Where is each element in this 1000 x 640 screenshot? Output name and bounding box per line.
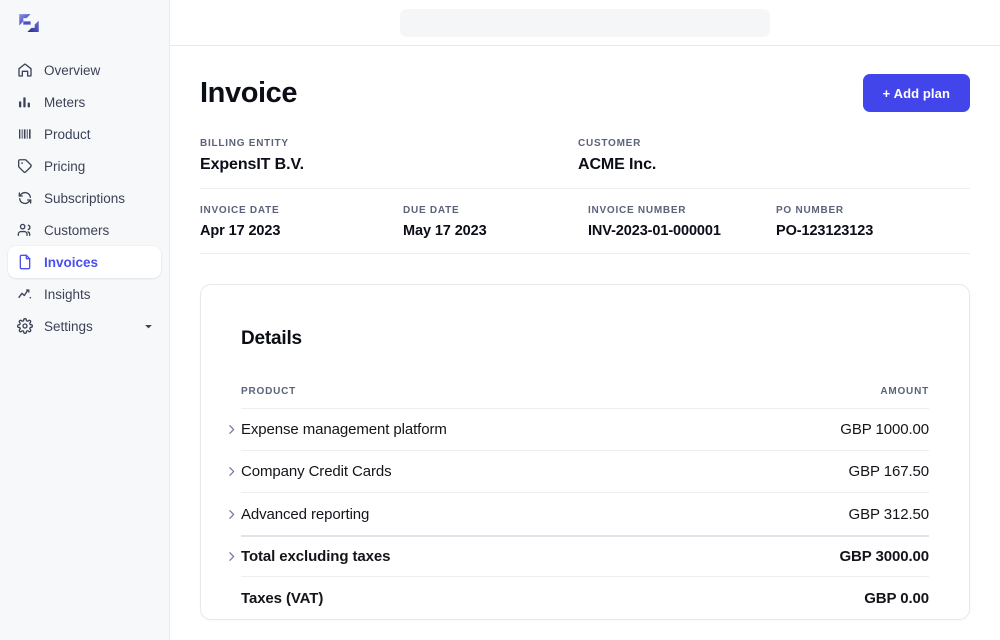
row-product-cell: Company Credit Cards bbox=[228, 463, 392, 480]
sidebar-nav: Overview Meters Product Pricing Subscrip… bbox=[0, 54, 169, 342]
document-icon bbox=[16, 254, 33, 271]
sidebar-item-label: Product bbox=[44, 126, 91, 142]
sidebar-item-label: Overview bbox=[44, 62, 101, 78]
row-product-cell: Expense management platform bbox=[228, 421, 447, 438]
sidebar-item-label: Invoices bbox=[44, 254, 99, 270]
row-amount: GBP 1000.00 bbox=[840, 421, 929, 438]
trending-up-icon bbox=[16, 286, 33, 303]
chevron-right-icon[interactable] bbox=[223, 422, 239, 438]
refresh-icon bbox=[16, 190, 33, 207]
po-number-value: PO-123123123 bbox=[776, 223, 874, 239]
sidebar-item-label: Settings bbox=[44, 318, 93, 334]
invoice-parties-row: BILLING ENTITY ExpensIT B.V. CUSTOMER AC… bbox=[200, 122, 970, 189]
barcode-icon bbox=[16, 126, 33, 143]
chevron-down-icon[interactable] bbox=[143, 321, 153, 331]
logo-wrapper[interactable] bbox=[0, 0, 169, 46]
po-number-label: PO NUMBER bbox=[776, 205, 844, 216]
row-product-name: Company Credit Cards bbox=[241, 463, 392, 480]
billing-entity-cell: BILLING ENTITY ExpensIT B.V. bbox=[200, 138, 578, 174]
row-product-name: Taxes (VAT) bbox=[241, 589, 324, 607]
sidebar-item-meters[interactable]: Meters bbox=[8, 86, 161, 118]
expensit-logo-mark bbox=[19, 14, 39, 32]
sidebar-item-overview[interactable]: Overview bbox=[8, 54, 161, 86]
row-product-name: Total excluding taxes bbox=[241, 548, 391, 565]
app-root: Overview Meters Product Pricing Subscrip… bbox=[0, 0, 1000, 640]
customer-cell: CUSTOMER ACME Inc. bbox=[578, 138, 778, 174]
invoice-date-label: INVOICE DATE bbox=[200, 205, 280, 216]
table-row[interactable]: Expense management platform GBP 1000.00 bbox=[228, 409, 929, 451]
row-amount: GBP 312.50 bbox=[848, 505, 930, 523]
customer-label: CUSTOMER bbox=[578, 138, 642, 149]
row-product-cell: Taxes (VAT) bbox=[241, 590, 323, 607]
home-icon bbox=[16, 62, 33, 79]
sidebar-item-label: Customers bbox=[44, 222, 110, 238]
due-date-cell: DUE DATE May 17 2023 bbox=[403, 205, 588, 239]
users-icon bbox=[16, 222, 33, 239]
chevron-right-icon[interactable] bbox=[223, 464, 239, 480]
column-header-product: PRODUCT bbox=[241, 386, 297, 397]
topbar bbox=[170, 0, 1000, 46]
search-input[interactable] bbox=[400, 8, 770, 37]
column-header-amount: AMOUNT bbox=[880, 386, 929, 397]
chevron-right-icon[interactable] bbox=[223, 506, 239, 522]
row-product-name: Expense management platform bbox=[241, 421, 447, 438]
gear-icon bbox=[16, 318, 33, 335]
row-product-cell: Total excluding taxes bbox=[228, 548, 391, 565]
billing-entity-label: BILLING ENTITY bbox=[200, 138, 289, 149]
sidebar-item-pricing[interactable]: Pricing bbox=[8, 150, 161, 182]
row-product-cell: Advanced reporting bbox=[228, 505, 370, 523]
sidebar-item-product[interactable]: Product bbox=[8, 118, 161, 150]
customer-value: ACME Inc. bbox=[578, 156, 657, 173]
page-content: Invoice + Add plan BILLING ENTITY Expens… bbox=[170, 46, 1000, 640]
details-card: Details PRODUCT AMOUNT Expense managemen… bbox=[200, 284, 970, 620]
due-date-label: DUE DATE bbox=[403, 205, 460, 216]
add-plan-button[interactable]: + Add plan bbox=[862, 74, 970, 112]
invoice-meta-row: INVOICE DATE Apr 17 2023 DUE DATE May 17… bbox=[200, 189, 970, 254]
sidebar-item-label: Subscriptions bbox=[44, 190, 126, 206]
sidebar-item-customers[interactable]: Customers bbox=[8, 214, 161, 246]
sidebar-item-label: Insights bbox=[44, 286, 91, 302]
invoice-number-value: INV-2023-01-000001 bbox=[588, 223, 721, 239]
sidebar-item-label: Meters bbox=[44, 94, 86, 110]
invoice-date-value: Apr 17 2023 bbox=[200, 223, 281, 239]
details-table: PRODUCT AMOUNT Expense management platfo… bbox=[228, 386, 930, 619]
sidebar-item-insights[interactable]: Insights bbox=[8, 278, 161, 310]
table-header-row: PRODUCT AMOUNT bbox=[241, 386, 929, 409]
table-row[interactable]: Company Credit Cards GBP 167.50 bbox=[228, 451, 930, 493]
sidebar-item-subscriptions[interactable]: Subscriptions bbox=[8, 182, 161, 214]
page-header: Invoice + Add plan bbox=[200, 46, 970, 122]
sidebar-item-invoices[interactable]: Invoices bbox=[8, 246, 161, 278]
table-row[interactable]: Advanced reporting GBP 312.50 bbox=[228, 493, 930, 535]
page-title: Invoice bbox=[200, 76, 298, 109]
invoice-number-cell: INVOICE NUMBER INV-2023-01-000001 bbox=[588, 205, 776, 239]
main-area: Invoice + Add plan BILLING ENTITY Expens… bbox=[170, 0, 1000, 640]
invoice-number-label: INVOICE NUMBER bbox=[588, 205, 687, 216]
row-amount: GBP 3000.00 bbox=[839, 548, 929, 565]
invoice-date-cell: INVOICE DATE Apr 17 2023 bbox=[200, 205, 403, 239]
bar-chart-icon bbox=[16, 94, 33, 111]
sidebar-item-label: Pricing bbox=[44, 158, 86, 174]
row-amount: GBP 167.50 bbox=[848, 463, 930, 480]
tag-icon bbox=[16, 158, 33, 175]
chevron-right-icon[interactable] bbox=[223, 549, 239, 565]
row-amount: GBP 0.00 bbox=[864, 589, 929, 607]
sidebar: Overview Meters Product Pricing Subscrip… bbox=[0, 0, 170, 640]
due-date-value: May 17 2023 bbox=[403, 223, 487, 239]
billing-entity-value: ExpensIT B.V. bbox=[200, 156, 304, 173]
row-product-name: Advanced reporting bbox=[241, 505, 370, 523]
details-title: Details bbox=[241, 328, 302, 349]
po-number-cell: PO NUMBER PO-123123123 bbox=[776, 205, 956, 239]
sidebar-item-settings[interactable]: Settings bbox=[8, 310, 161, 342]
table-row-taxes: Taxes (VAT) GBP 0.00 bbox=[241, 577, 929, 619]
table-row-total-excluding-taxes[interactable]: Total excluding taxes GBP 3000.00 bbox=[228, 535, 929, 577]
